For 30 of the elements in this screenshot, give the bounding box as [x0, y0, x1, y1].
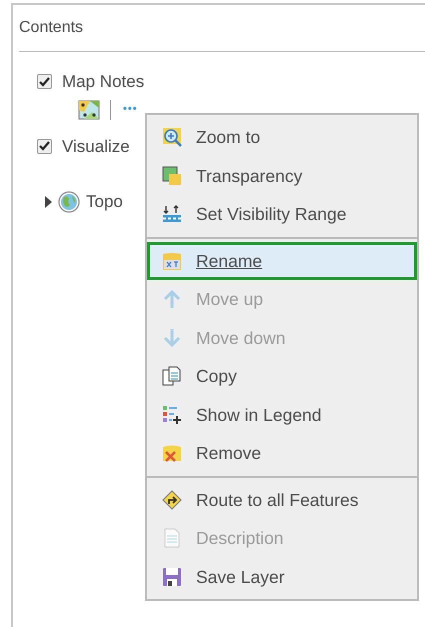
menu-item[interactable]: Transparency	[147, 156, 417, 195]
legend-add-icon	[162, 404, 182, 425]
menu-item[interactable]: Copy	[147, 357, 417, 396]
arrow-up-icon	[162, 289, 182, 310]
expand-toggle[interactable]	[45, 196, 52, 208]
layer-name: Topo	[86, 191, 123, 213]
menu-item[interactable]: Show in Legend	[147, 396, 417, 434]
save-icon	[162, 566, 182, 587]
rename-icon	[162, 250, 182, 271]
menu-item[interactable]: Rename	[147, 242, 417, 280]
panel-title: Contents	[18, 18, 84, 38]
map-legend-icon	[78, 100, 100, 120]
globe-icon	[58, 190, 80, 213]
remove-icon	[162, 443, 182, 464]
menu-item[interactable]: Remove	[147, 434, 417, 472]
menu-item[interactable]: Save Layer	[147, 558, 417, 596]
route-icon	[162, 490, 182, 510]
layer-checkbox[interactable]	[37, 74, 52, 90]
layer-name: Map Notes	[62, 71, 144, 93]
layer-name: Visualize	[62, 136, 130, 158]
arrow-down-icon	[162, 328, 182, 348]
visibility-range-icon	[162, 204, 182, 224]
menu-item[interactable]: Set Visibility Range	[147, 195, 417, 234]
menu-item[interactable]: Zoom to	[147, 118, 417, 156]
zoom-in-icon	[162, 127, 182, 148]
layer-checkbox[interactable]	[37, 138, 52, 154]
copy-icon	[162, 366, 182, 386]
transparency-icon	[162, 166, 182, 186]
menu-item[interactable]: Route to all Features	[147, 480, 417, 519]
document-icon	[162, 528, 182, 548]
